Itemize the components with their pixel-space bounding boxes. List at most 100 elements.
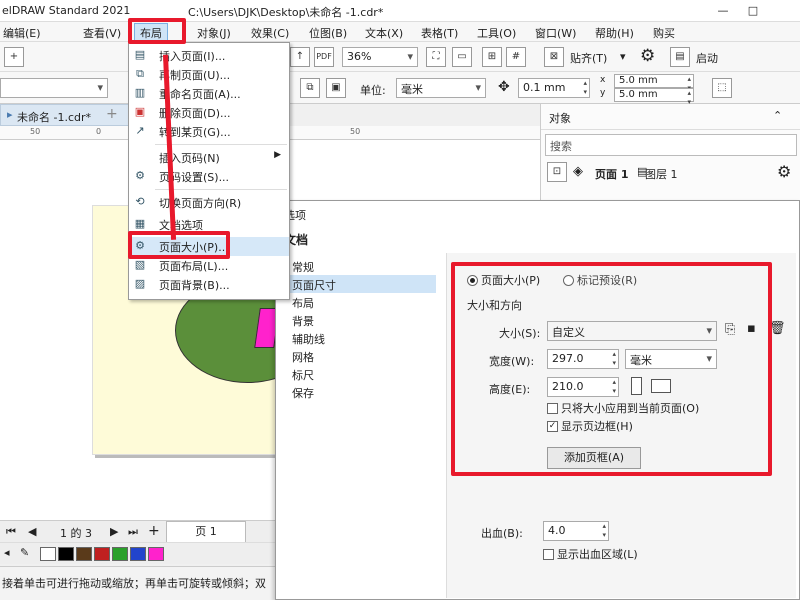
pdf-icon[interactable]: PDF xyxy=(314,47,334,67)
goto-page-icon: ↗ xyxy=(135,124,145,137)
tree-item-grid[interactable]: 网格 xyxy=(290,347,436,365)
duplicate-y-field[interactable]: 5.0 mm xyxy=(614,88,694,107)
snap-icon[interactable]: ⊠ xyxy=(544,47,564,67)
panel-expand-icon[interactable]: ⌃ xyxy=(773,109,782,122)
zoom-dropdown[interactable]: 36% xyxy=(342,47,418,67)
bleed-label: 出血(B): xyxy=(481,527,523,540)
layout-menu-dropdown: ▤ 插入页面(I)... ⧉ 再制页面(U)... ▥ 重命名页面(A)... … xyxy=(128,42,290,300)
menu-item-page-background[interactable]: ▨ 页面背景(B)... xyxy=(129,275,289,294)
menu-effects[interactable]: 效果(C) xyxy=(248,25,292,41)
bleed-icon[interactable]: ⬚ xyxy=(712,78,732,98)
fullscreen-icon[interactable]: ▭ xyxy=(452,47,472,67)
page-view-icon[interactable]: ⊡ xyxy=(547,162,567,182)
standard-toolbar: + ↑ PDF 36% ⛶ ▭ ⊞ # ⊠ 贴齐(T) ▾ ⚙ ▤ 启动 xyxy=(0,42,800,72)
new-icon[interactable]: + xyxy=(4,47,24,67)
unit-dropdown[interactable]: 毫米 xyxy=(396,78,486,98)
menu-item-switch-orientation[interactable]: ⟲ 切换页面方向(R) xyxy=(129,193,289,212)
page-preset-dropdown[interactable] xyxy=(0,78,108,98)
color-swatch[interactable] xyxy=(58,547,74,561)
title-bar: elDRAW Standard 2021 C:\Users\DJK\Deskto… xyxy=(0,0,800,22)
restore-button[interactable]: □ xyxy=(738,0,768,22)
layers-icon: ◈ xyxy=(573,164,583,179)
menu-bitmaps[interactable]: 位图(B) xyxy=(306,25,350,41)
menu-item-insert-page[interactable]: ▤ 插入页面(I)... xyxy=(129,46,289,65)
no-color-swatch[interactable] xyxy=(40,547,56,561)
grid-icon[interactable]: # xyxy=(506,47,526,67)
first-page-icon[interactable]: ⏮ xyxy=(6,525,16,539)
color-swatch[interactable] xyxy=(76,547,92,561)
launch-icon[interactable]: ▤ xyxy=(670,47,690,67)
menu-help[interactable]: 帮助(H) xyxy=(592,25,637,41)
menu-item-duplicate-page[interactable]: ⧉ 再制页面(U)... xyxy=(129,65,289,84)
tree-item-general[interactable]: 常规 xyxy=(290,257,436,275)
launch-label[interactable]: 启动 xyxy=(696,50,718,66)
tree-item-background[interactable]: 背景 xyxy=(290,311,436,329)
tree-item-page-size[interactable]: 页面尺寸 xyxy=(290,275,436,293)
objects-search-input[interactable]: 搜索 xyxy=(545,134,797,156)
export-icon[interactable]: ↑ xyxy=(290,47,310,67)
chevron-down-icon[interactable]: ▾ xyxy=(620,50,626,63)
menu-text[interactable]: 文本(X) xyxy=(362,25,406,41)
tree-item-guidelines[interactable]: 辅助线 xyxy=(290,329,436,347)
menu-table[interactable]: 表格(T) xyxy=(418,25,461,41)
duplicate-page-icon: ⧉ xyxy=(136,67,144,80)
gear-icon[interactable]: ⚙ xyxy=(777,162,791,181)
tree-item-rulers[interactable]: 标尺 xyxy=(290,365,436,383)
objects-panel: 对象 ⌃ 搜索 ⊡ ◈ 页面 1 ▤ 图层 1 ⚙ xyxy=(540,104,800,200)
page-layout-icon: ▧ xyxy=(134,258,146,271)
layer-1-label[interactable]: 图层 1 xyxy=(645,166,678,182)
menu-item-delete-page[interactable]: ▣ 删除页面(D)... xyxy=(129,103,289,122)
prev-page-icon[interactable]: ◀ xyxy=(28,525,36,538)
page-1-label[interactable]: 页面 1 xyxy=(595,166,628,182)
zoom-fit-icon[interactable]: ⛶ xyxy=(426,47,446,67)
menu-separator xyxy=(155,144,287,145)
eyedropper-icon[interactable]: ✎ xyxy=(20,546,29,559)
menu-item-insert-page-number[interactable]: 插入页码(N) ▶ xyxy=(129,148,289,167)
color-swatch[interactable] xyxy=(112,547,128,561)
color-swatch[interactable] xyxy=(94,547,110,561)
current-page-icon[interactable]: ▣ xyxy=(326,78,346,98)
minimize-button[interactable]: — xyxy=(708,0,738,22)
show-bleed-checkbox[interactable] xyxy=(543,549,554,560)
all-pages-icon[interactable]: ⧉ xyxy=(300,78,320,98)
menu-edit[interactable]: 编辑(E) xyxy=(0,25,44,41)
unit-label: 单位: xyxy=(360,84,386,97)
menu-item-rename-page[interactable]: ▥ 重命名页面(A)... xyxy=(129,84,289,103)
page-background-icon: ▨ xyxy=(134,277,146,290)
highlight-page-size-settings xyxy=(451,262,772,476)
menu-buy[interactable]: 购买 xyxy=(650,25,678,41)
menu-tools[interactable]: 工具(O) xyxy=(474,25,519,41)
page-tab-1[interactable]: 页 1 xyxy=(166,521,246,543)
snap-label[interactable]: 贴齐(T) xyxy=(570,50,607,66)
last-page-icon[interactable]: ⏭ xyxy=(128,525,138,539)
add-page-icon[interactable]: + xyxy=(148,523,160,539)
menu-object[interactable]: 对象(J) xyxy=(194,25,234,41)
switch-orientation-icon: ⟲ xyxy=(135,195,145,208)
insert-page-icon: ▤ xyxy=(134,48,146,61)
palette-scroll-left-icon[interactable]: ◂ xyxy=(4,546,10,559)
menu-item-goto-page[interactable]: ↗ 转到某页(G)... xyxy=(129,122,289,141)
rulers-icon[interactable]: ⊞ xyxy=(482,47,502,67)
objects-panel-header: 对象 ⌃ xyxy=(541,104,800,130)
duplicate-x-field[interactable]: 5.0 mm xyxy=(614,74,694,93)
property-bar: ⧉ ▣ 单位: 毫米 ✥ 0.1 mm x 5.0 mm y 5.0 mm ⬚ xyxy=(0,72,800,107)
show-bleed-label[interactable]: 显示出血区域(L) xyxy=(557,546,638,562)
objects-panel-title: 对象 xyxy=(549,112,571,125)
next-page-icon[interactable]: ▶ xyxy=(110,525,118,538)
document-icon: ▸ xyxy=(7,108,13,121)
new-tab-icon[interactable]: + xyxy=(106,106,118,122)
menu-view[interactable]: 查看(V) xyxy=(80,25,124,41)
menu-window[interactable]: 窗口(W) xyxy=(532,25,579,41)
bleed-input[interactable]: 4.0 xyxy=(543,521,609,541)
nudge-field[interactable]: 0.1 mm xyxy=(518,78,590,98)
dup-x-icon: x xyxy=(600,75,606,85)
color-swatch[interactable] xyxy=(130,547,146,561)
options-tree: 常规 页面尺寸 布局 背景 辅助线 网格 标尺 保存 xyxy=(286,253,436,593)
delete-page-icon: ▣ xyxy=(134,105,146,118)
menu-item-page-number-settings[interactable]: ⚙ 页码设置(S)... xyxy=(129,167,289,186)
tree-item-save[interactable]: 保存 xyxy=(290,383,436,401)
gear-icon[interactable]: ⚙ xyxy=(640,46,655,66)
color-swatch[interactable] xyxy=(148,547,164,561)
tree-item-layout[interactable]: 布局 xyxy=(290,293,436,311)
page-number-settings-icon: ⚙ xyxy=(135,169,145,182)
